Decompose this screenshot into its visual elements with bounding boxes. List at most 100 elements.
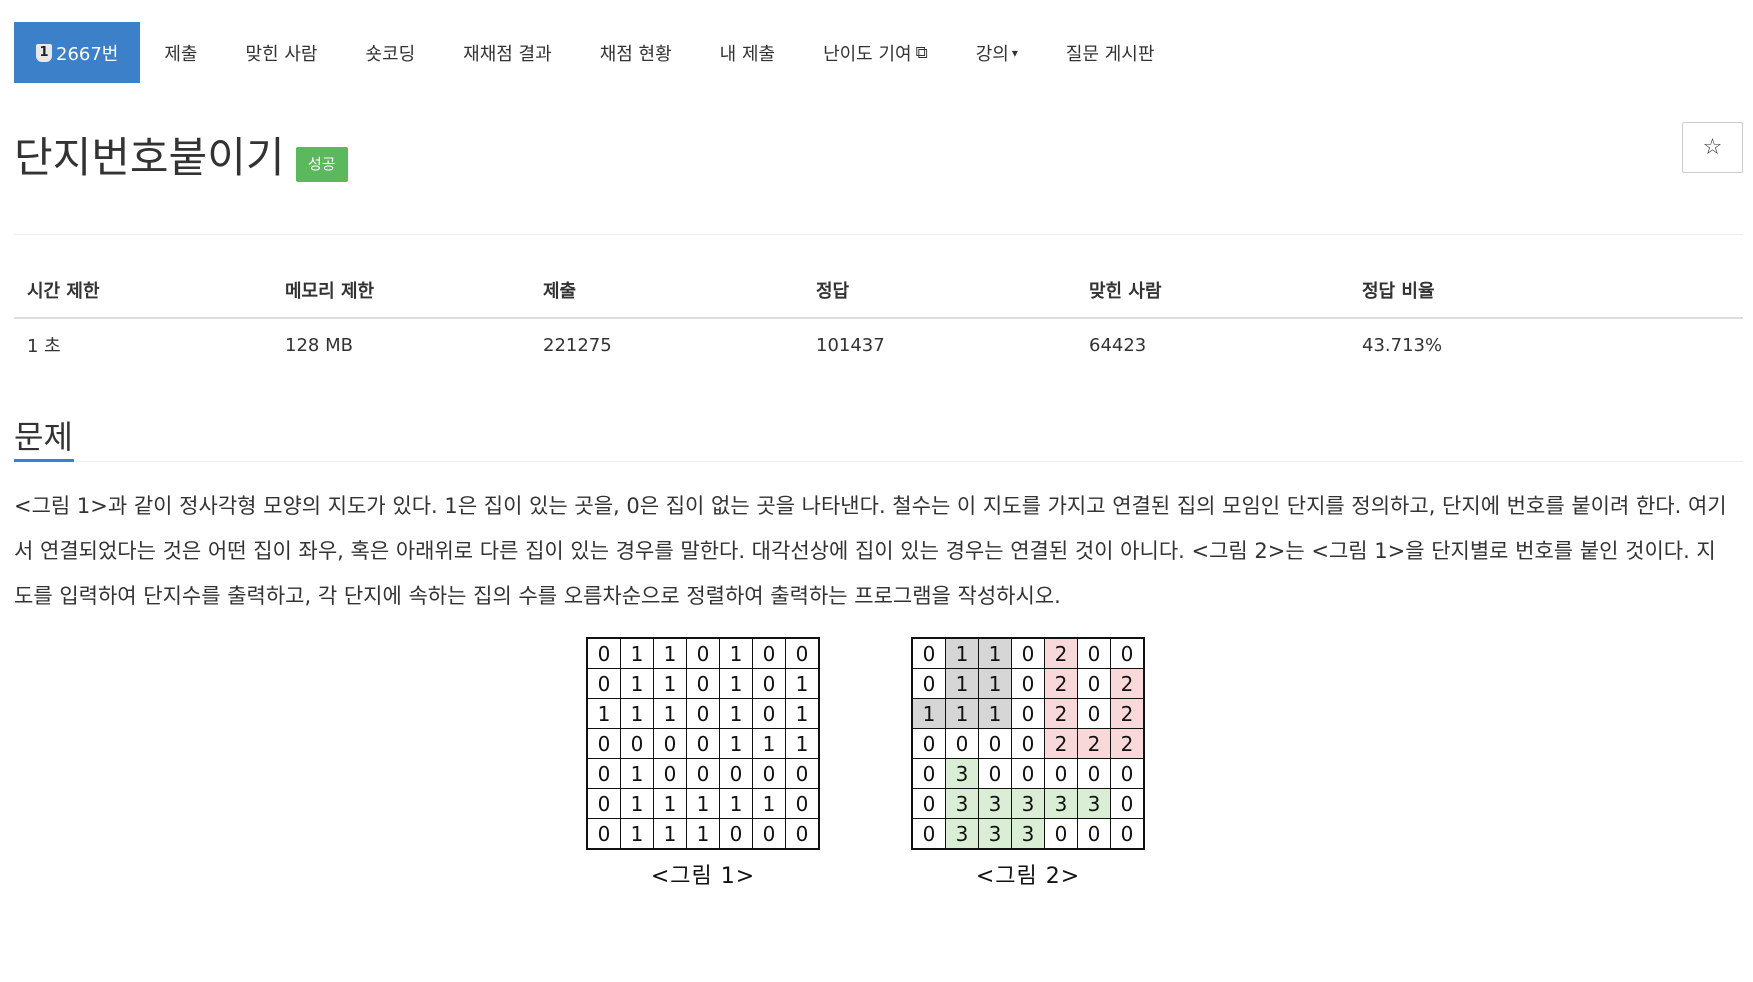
grid-cell: 1 <box>620 758 654 789</box>
grid-cell: 3 <box>945 818 979 850</box>
grid-cell: 0 <box>1077 818 1111 850</box>
grid-cell: 0 <box>1011 758 1045 789</box>
section-underline <box>14 459 74 462</box>
problem-header: 단지번호붙이기 성공 ☆ <box>14 122 1743 235</box>
grid-cell: 1 <box>978 668 1012 699</box>
grid-cell: 3 <box>945 758 979 789</box>
problem-number-label: 2667번 <box>56 43 119 65</box>
favorite-star-button[interactable]: ☆ <box>1682 122 1743 173</box>
header-solved-users: 맞힌 사람 <box>1076 263 1349 319</box>
grid-cell: 3 <box>1077 788 1111 819</box>
figure-1-caption: <그림 1> <box>650 864 756 889</box>
grid-cell: 0 <box>752 758 786 789</box>
grid-cell: 0 <box>752 818 786 850</box>
problem-description: <그림 1>과 같이 정사각형 모양의 지도가 있다. 1은 집이 있는 곳을,… <box>14 494 1727 608</box>
tab-problem-number[interactable]: 1 2667번 <box>14 22 141 83</box>
external-link-icon: ⧉ <box>915 42 928 63</box>
tab-difficulty-contribution[interactable]: 난이도 기여 ⧉ <box>799 22 952 83</box>
section-title: 문제 <box>14 418 73 456</box>
grid-cell: 0 <box>653 728 687 759</box>
grid-row: 0333330 <box>911 788 1145 819</box>
tab-solved-users[interactable]: 맞힌 사람 <box>222 22 342 83</box>
grid-cell: 1 <box>719 698 753 729</box>
grid-cell: 0 <box>586 668 621 699</box>
map-grid-1: 0110100011010111101010000111010000001111… <box>586 637 820 850</box>
header-accept-ratio: 정답 비율 <box>1349 263 1743 319</box>
grid-cell: 0 <box>1011 698 1045 729</box>
tab-my-submissions[interactable]: 내 제출 <box>696 22 799 83</box>
tab-submit[interactable]: 제출 <box>140 22 221 83</box>
grid-cell: 0 <box>1011 668 1045 699</box>
grid-cell: 0 <box>1110 788 1145 819</box>
grid-cell: 1 <box>620 818 654 850</box>
tab-question-board[interactable]: 질문 게시판 <box>1042 22 1179 83</box>
grid-cell: 0 <box>911 818 946 850</box>
medal-icon: 1 <box>36 43 52 62</box>
grid-cell: 0 <box>978 758 1012 789</box>
grid-cell: 1 <box>620 637 654 669</box>
grid-cell: 0 <box>911 637 946 669</box>
grid-cell: 1 <box>653 637 687 669</box>
grid-cell: 0 <box>785 818 820 850</box>
grid-cell: 0 <box>752 698 786 729</box>
grid-cell: 2 <box>1110 728 1145 759</box>
grid-cell: 0 <box>1110 758 1145 789</box>
grid-cell: 0 <box>719 758 753 789</box>
grid-cell: 1 <box>620 668 654 699</box>
grid-cell: 0 <box>686 668 720 699</box>
info-table-row: 1 초 128 MB 221275 101437 64423 43.713% <box>14 318 1743 371</box>
grid-cell: 2 <box>1110 668 1145 699</box>
grid-cell: 0 <box>752 637 786 669</box>
figure-2: 0110200011020211102020000222030000003333… <box>911 637 1145 890</box>
grid-cell: 1 <box>752 728 786 759</box>
accepted-value: 101437 <box>816 334 885 356</box>
grid-cell: 2 <box>1110 698 1145 729</box>
grid-cell: 0 <box>1011 637 1045 669</box>
grid-cell: 1 <box>586 698 621 729</box>
grid-row: 0110202 <box>911 668 1145 699</box>
grid-cell: 1 <box>653 788 687 819</box>
caret-down-icon: ▾ <box>1011 45 1018 60</box>
tab-lecture[interactable]: 강의 ▾ <box>952 22 1042 83</box>
grid-cell: 0 <box>911 728 946 759</box>
grid-row: 0100000 <box>586 758 820 789</box>
grid-cell: 0 <box>1044 818 1078 850</box>
grid-cell: 1 <box>785 698 820 729</box>
grid-cell: 1 <box>653 668 687 699</box>
grid-cell: 0 <box>653 758 687 789</box>
grid-cell: 0 <box>1011 728 1045 759</box>
grid-cell: 1 <box>978 637 1012 669</box>
grid-cell: 1 <box>719 668 753 699</box>
grid-cell: 0 <box>1077 698 1111 729</box>
grid-cell: 0 <box>719 818 753 850</box>
map-grid-2: 0110200011020211102020000222030000003333… <box>911 637 1145 850</box>
tab-judge-status[interactable]: 채점 현황 <box>576 22 696 83</box>
grid-cell: 0 <box>785 788 820 819</box>
grid-cell: 0 <box>911 668 946 699</box>
grid-row: 0111110 <box>586 788 820 819</box>
grid-row: 1110101 <box>586 698 820 729</box>
problem-nav-tabs: 1 2667번 제출 맞힌 사람 숏코딩 재채점 결과 채점 현황 내 제출 난… <box>14 22 1743 83</box>
grid-cell: 0 <box>785 637 820 669</box>
grid-row: 0111000 <box>586 818 820 850</box>
star-icon: ☆ <box>1702 135 1723 160</box>
tab-rejudge-results[interactable]: 재채점 결과 <box>439 22 576 83</box>
difficulty-label: 난이도 기여 <box>823 43 912 65</box>
grid-row: 0000111 <box>586 728 820 759</box>
grid-cell: 0 <box>911 758 946 789</box>
grid-cell: 0 <box>686 728 720 759</box>
tab-short-coding[interactable]: 숏코딩 <box>341 22 439 83</box>
figure-1: 0110100011010111101010000111010000001111… <box>586 637 820 890</box>
grid-row: 1110202 <box>911 698 1145 729</box>
grid-row: 0110100 <box>586 637 820 669</box>
grid-cell: 1 <box>978 698 1012 729</box>
grid-cell: 0 <box>785 758 820 789</box>
grid-cell: 0 <box>686 698 720 729</box>
grid-cell: 0 <box>1077 668 1111 699</box>
grid-row: 0333000 <box>911 818 1145 850</box>
info-table-header-row: 시간 제한 메모리 제한 제출 정답 맞힌 사람 정답 비율 <box>14 263 1743 319</box>
grid-cell: 1 <box>911 698 946 729</box>
grid-cell: 2 <box>1044 698 1078 729</box>
grid-cell: 2 <box>1044 728 1078 759</box>
title-divider <box>14 234 1743 235</box>
